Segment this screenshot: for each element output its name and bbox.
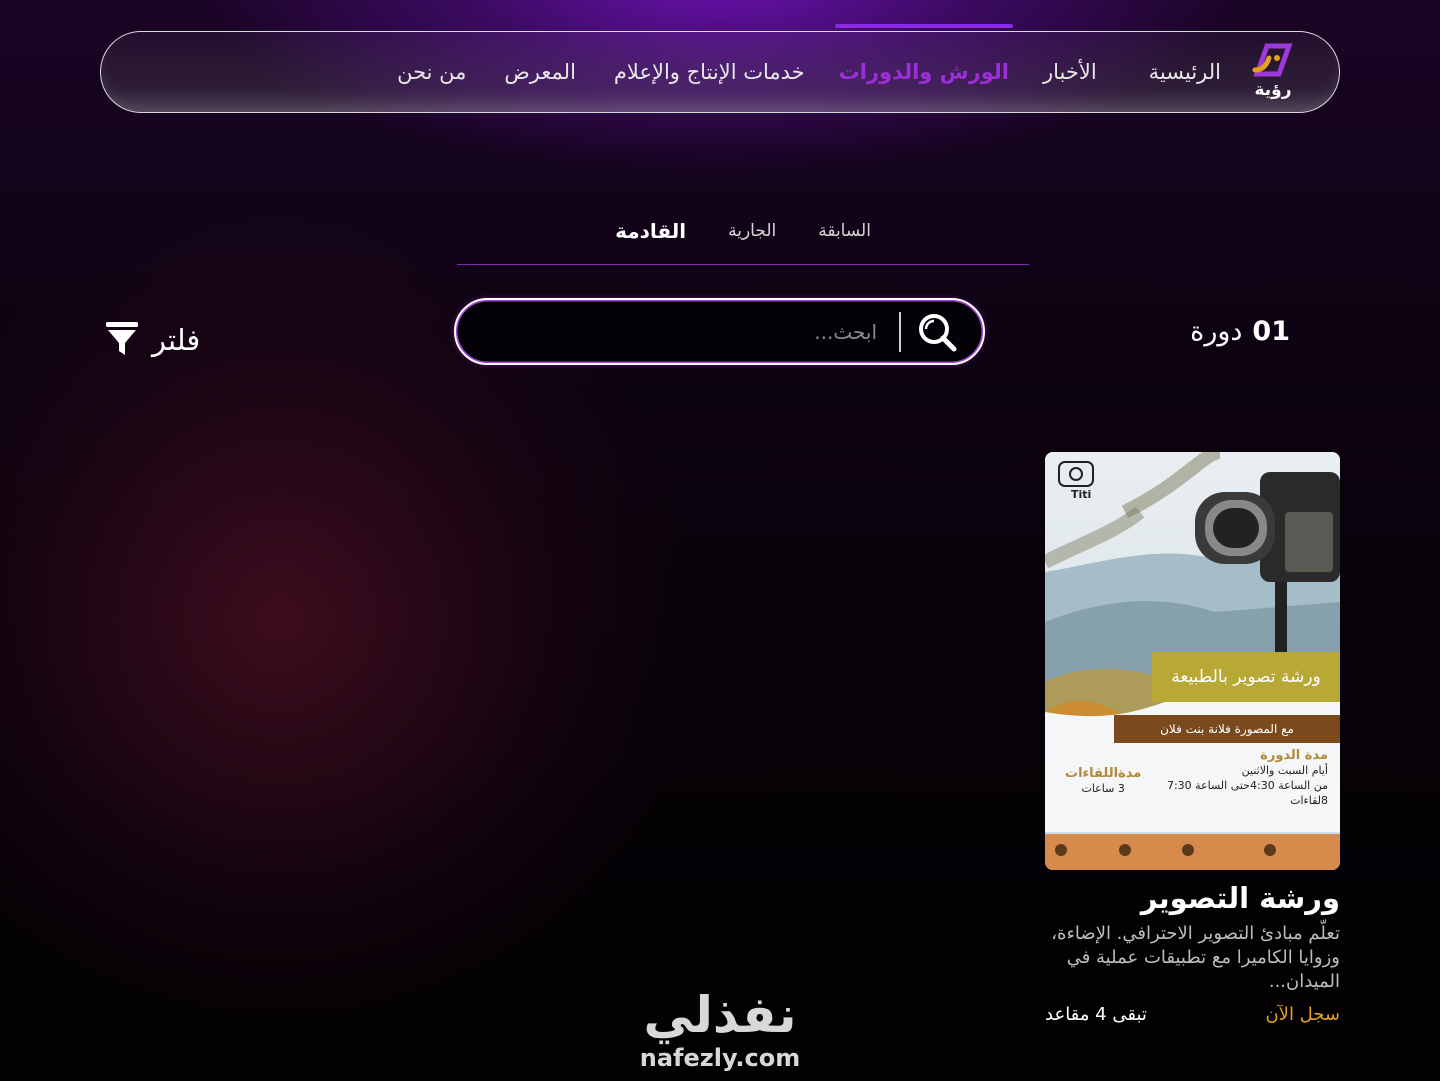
poster-brand: Titi — [1071, 488, 1092, 501]
tab-upcoming[interactable]: القادمة — [615, 212, 686, 264]
nav-menu: الرئيسية الأخبار الورش والدورات خدمات ال… — [397, 24, 1221, 84]
search-icon[interactable] — [915, 310, 959, 354]
poster-duration-line: من الساعة 4:30حتى الساعة 7:30 — [1166, 779, 1328, 792]
course-description: تعلّم مبادئ التصوير الاحترافي. الإضاءة، … — [1051, 923, 1340, 992]
search-box — [454, 298, 985, 365]
nav-item-production-services[interactable]: خدمات الإنتاج والإعلام — [614, 60, 805, 84]
tab-current[interactable]: الجارية — [728, 212, 776, 264]
nav-item-gallery[interactable]: المعرض — [504, 60, 575, 84]
nav-item-about[interactable]: من نحن — [397, 60, 466, 84]
watermark: نفذلي nafezly.com — [620, 985, 820, 1071]
results-count-unit: دورة — [1190, 316, 1243, 347]
filter-label: فلتر — [152, 323, 201, 357]
top-nav: رؤية الرئيسية الأخبار الورش والدورات خدم… — [100, 24, 1340, 113]
results-count: 01 دورة — [1190, 316, 1290, 347]
poster-subtitle: مع المصورة فلانة بنت فلان — [1114, 715, 1340, 743]
poster-duration-head: مدة الدورة — [1260, 748, 1328, 763]
results-count-number: 01 — [1252, 316, 1290, 347]
tab-previous[interactable]: السابقة — [818, 212, 871, 264]
poster-meetings-value: 3 ساعات — [1081, 782, 1125, 795]
course-poster[interactable]: Titi ورشة تصوير بالطبيعة مع المصورة فلان… — [1045, 452, 1340, 870]
logo-text: رؤية — [1254, 80, 1292, 100]
filter-button[interactable]: فلتر — [104, 318, 200, 362]
status-tabs: السابقة الجارية القادمة — [457, 212, 1029, 265]
seats-remaining: تبقى 4 مقاعد — [1045, 1004, 1147, 1025]
course-card[interactable]: Titi ورشة تصوير بالطبيعة مع المصورة فلان… — [1045, 452, 1340, 1025]
register-link[interactable]: سجل الآن — [1265, 1004, 1340, 1025]
logo[interactable]: رؤية — [1251, 40, 1295, 104]
watermark-latin: nafezly.com — [639, 1044, 801, 1072]
poster-duration: مدة الدورة أيام السبت والاثنين من الساعة… — [1167, 748, 1328, 808]
course-footer: سجل الآن تبقى 4 مقاعد — [1045, 1004, 1340, 1025]
filter-icon — [104, 318, 140, 362]
poster-meetings: مدةاللقاءات 3 ساعات — [1065, 766, 1141, 796]
search-input[interactable] — [497, 319, 877, 344]
poster-title: ورشة تصوير بالطبيعة — [1152, 652, 1340, 702]
logo-icon — [1252, 43, 1293, 77]
nav-item-home[interactable]: الرئيسية — [1149, 60, 1221, 84]
search-divider — [899, 311, 901, 352]
nav-item-news[interactable]: الأخبار — [1043, 60, 1097, 84]
poster-duration-line: أيام السبت والاثنين — [1241, 764, 1328, 777]
course-title[interactable]: ورشة التصوير — [1045, 880, 1340, 916]
nav-item-workshops[interactable]: الورش والدورات — [834, 24, 1014, 84]
watermark-arabic: نفذلي — [643, 986, 797, 1044]
poster-meetings-head: مدةاللقاءات — [1065, 766, 1142, 781]
poster-duration-line: 8لقاءات — [1290, 794, 1328, 807]
